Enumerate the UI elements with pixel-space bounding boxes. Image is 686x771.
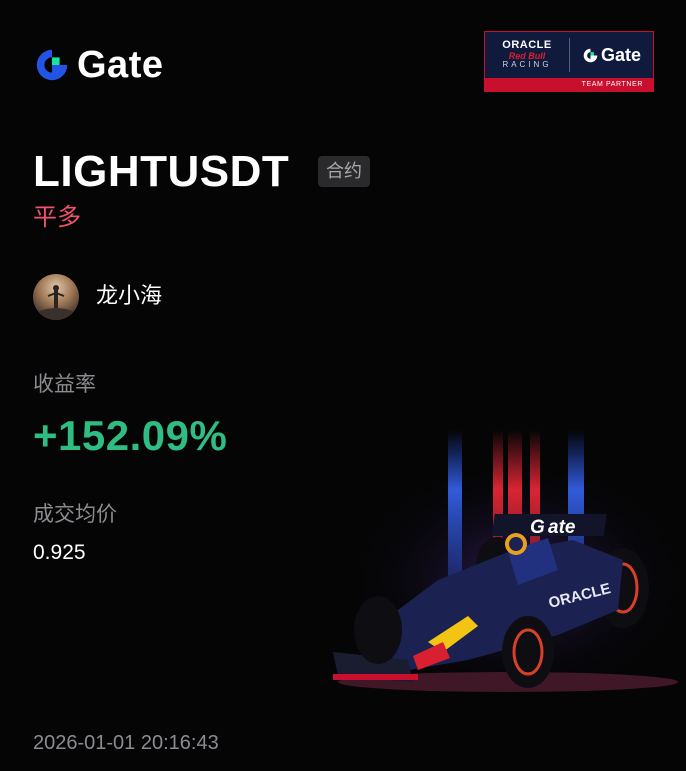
partner-racing-text: RACING: [502, 60, 552, 70]
trade-symbol: LIGHTUSDT: [33, 147, 290, 196]
trade-side: 平多: [33, 204, 81, 231]
partner-badge: ORACLE Red Bull RACING Gate TEAM PARTNER: [484, 31, 654, 92]
svg-text:ate: ate: [548, 517, 576, 538]
partner-tag: TEAM PARTNER: [485, 78, 653, 91]
avg-price-value: 0.925: [33, 541, 86, 564]
gate-logo: Gate: [33, 46, 163, 84]
roi-label: 收益率: [33, 373, 96, 396]
partner-gate-logo: Gate: [570, 45, 653, 66]
f1-car-illustration: G ate ORACLE: [333, 430, 686, 700]
brand-name: Gate: [77, 44, 164, 86]
gate-logo-icon: [36, 49, 68, 81]
gate-logo-icon: [583, 48, 598, 62]
contract-badge: 合约: [318, 156, 370, 187]
svg-text:G: G: [530, 517, 545, 538]
avg-price-label: 成交均价: [33, 503, 117, 526]
roi-value: +152.09%: [33, 412, 228, 459]
timestamp: 2026-01-01 20:16:43: [33, 732, 219, 754]
avatar: [33, 274, 79, 320]
partner-gate-text: Gate: [600, 44, 642, 65]
username: 龙小海: [96, 283, 163, 308]
avatar-figure-icon: [34, 285, 78, 320]
